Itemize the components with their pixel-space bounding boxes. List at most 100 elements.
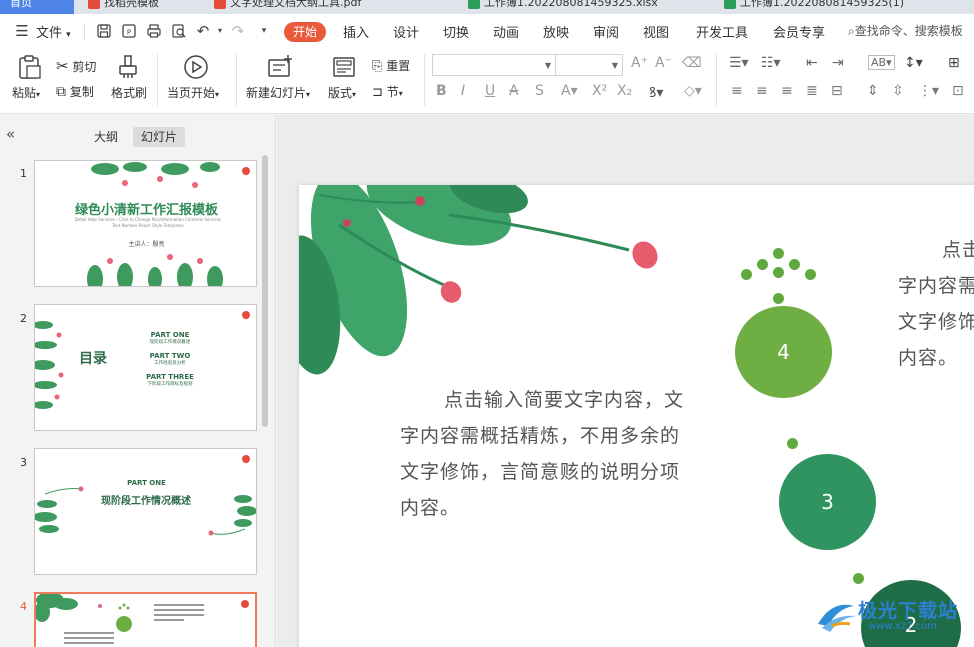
menu-tab-review[interactable]: 审阅 [593, 22, 619, 41]
print-preview-icon[interactable] [171, 23, 187, 39]
decrease-indent-icon[interactable]: ⇤ [806, 55, 818, 71]
tab-slides[interactable]: 幻灯片 [133, 127, 186, 147]
wps-logo-icon [242, 311, 250, 319]
decorative-dot [789, 259, 800, 270]
format-painter-icon[interactable] [117, 54, 139, 80]
menu-tab-member[interactable]: 会员专享 [773, 22, 825, 41]
tab-pdf-document[interactable]: 文字处理文档大纲工具.pdf [212, 0, 452, 14]
increase-indent-icon[interactable]: ⇥ [832, 55, 844, 71]
paragraph-spacing-icon[interactable]: ⇳ [892, 83, 904, 99]
collapse-pane-icon[interactable]: « [6, 125, 15, 143]
file-menu[interactable]: 文件 ▾ [36, 22, 71, 41]
divider [716, 54, 717, 106]
italic-icon[interactable]: I [461, 83, 465, 99]
decorative-dot [741, 269, 752, 280]
tab-workbook-1[interactable]: 工作簿1.202208081459325.xlsx [466, 0, 712, 14]
layout-icon[interactable] [332, 56, 356, 78]
menu-tab-developer[interactable]: 开发工具 [696, 22, 748, 41]
menu-tab-animation[interactable]: 动画 [493, 22, 519, 41]
format-painter-button[interactable]: 格式刷 [111, 84, 147, 101]
section-button[interactable]: ⊐ 节▾ [372, 83, 403, 100]
thumb-title: 现阶段工作情况概述 [101, 496, 191, 507]
strikethrough-icon[interactable]: A [509, 83, 519, 99]
pane-scrollbar[interactable] [262, 155, 268, 427]
hamburger-icon[interactable]: ☰ [14, 23, 30, 39]
new-slide-icon[interactable] [266, 54, 294, 80]
divider [157, 54, 158, 106]
command-search[interactable]: ⌕查找命令、搜索模板 [848, 22, 963, 39]
decorative-dot [773, 293, 784, 304]
numbered-list-icon[interactable]: ☷▾ [761, 55, 781, 71]
layout-button[interactable]: 版式▾ [328, 84, 356, 101]
thumb-agenda: PART ONE 现阶段工作情况概述 PART TWO 工作经验及分析 PART… [135, 331, 205, 387]
slide-editor[interactable]: 4 3 2 点击输入简要文字内容，文字内容需概括精炼，不用多余的文字修饰，言简意… [277, 115, 974, 647]
tab-workbook-2[interactable]: 工作簿1.202208081459325(1) [722, 0, 952, 14]
line-spacing-icon[interactable]: ⇕ [867, 83, 879, 99]
increase-font-icon[interactable]: A⁺ [631, 55, 648, 71]
play-icon[interactable] [183, 54, 209, 80]
align-center-icon[interactable]: ≡ [756, 83, 768, 99]
text-shadow-icon[interactable]: S [535, 83, 544, 99]
wps-presentation-window: 首页 找稻壳模板 文字处理文档大纲工具.pdf 工作簿1.20220808145… [0, 0, 974, 647]
text-direction-icon[interactable]: ⊞ [948, 55, 960, 71]
print-icon[interactable] [146, 23, 162, 39]
tab-docer-templates[interactable]: 找稻壳模板 [86, 0, 196, 14]
copy-label: 复制 [69, 85, 94, 99]
slide-canvas[interactable]: 4 3 2 点击输入简要文字内容，文字内容需概括精炼，不用多余的文字修饰，言简意… [299, 185, 974, 647]
play-from-current-button[interactable]: 当页开始▾ [167, 84, 219, 101]
font-size-select[interactable]: ▼ [555, 54, 623, 76]
justify-icon[interactable]: ≣ [806, 83, 818, 99]
menu-bar: ☰ 文件 ▾ P ↶ ▾ ↷ ▾ 开始 插入 设计 切换 动画 放映 审阅 视图… [0, 14, 974, 48]
copy-button[interactable]: ⧉ 复制 [56, 83, 94, 100]
layout-label: 版式 [328, 86, 353, 100]
sort-icon[interactable]: ↕▾ [904, 55, 923, 71]
decorative-dot [853, 573, 864, 584]
underline-icon[interactable]: U [485, 83, 495, 99]
align-right-icon[interactable]: ≡ [781, 83, 793, 99]
undo-icon[interactable]: ↶ [195, 23, 211, 39]
menu-tab-view[interactable]: 视图 [643, 22, 669, 41]
decrease-font-icon[interactable]: A⁻ [655, 55, 672, 71]
slide-thumbnail-1[interactable]: 绿色小清新工作汇报模板 Detail Help Services / Click… [34, 160, 257, 287]
tab-home[interactable]: 首页 [0, 0, 74, 14]
text-box-left[interactable]: 点击输入简要文字内容，文字内容需概括精炼，不用多余的文字修饰，言简意赅的说明分项… [400, 382, 696, 526]
bold-icon[interactable]: B [436, 83, 447, 99]
bullet-list-icon[interactable]: ☰▾ [729, 55, 749, 71]
menu-tab-insert[interactable]: 插入 [343, 22, 369, 41]
text-box-right[interactable]: 点击输入简要文字内容，文字内容需概括精炼，不用多余的文字修饰，言简意赅的说明分项… [898, 232, 974, 376]
clear-format-icon[interactable]: ⌫ [682, 55, 702, 71]
slide-thumbnail-3[interactable]: PART ONE 现阶段工作情况概述 [34, 448, 257, 575]
new-slide-button[interactable]: 新建幻灯片▾ [246, 84, 310, 101]
text-box-icon[interactable]: ⊡ [952, 83, 964, 99]
menu-tab-design[interactable]: 设计 [393, 22, 419, 41]
subscript-icon[interactable]: X₂ [617, 83, 632, 99]
export-pdf-icon[interactable]: P [121, 23, 137, 39]
slide-navigation-pane: « 大纲 幻灯片 1 绿色小清新工作汇报模板 Detail Help Servi… [0, 115, 276, 647]
font-color-icon[interactable]: A▾ [561, 83, 578, 99]
highlight-icon[interactable]: ◇▾ [684, 83, 702, 99]
cut-button[interactable]: ✂ 剪切 [56, 57, 96, 75]
paste-icon[interactable] [16, 54, 42, 80]
align-left-icon[interactable]: ≡ [731, 83, 743, 99]
paste-button[interactable]: 粘贴▾ [12, 84, 40, 101]
menu-tab-transition[interactable]: 切换 [443, 22, 469, 41]
leaf-decoration [35, 321, 64, 409]
change-case-icon[interactable]: AB▾ [868, 55, 895, 70]
decorative-dot [757, 259, 768, 270]
tab-outline[interactable]: 大纲 [86, 127, 126, 147]
slide-thumbnail-2[interactable]: 目录 PART ONE 现阶段工作情况概述 PART TWO 工作经验及分析 P… [34, 304, 257, 431]
column-icon[interactable]: ⋮▾ [918, 83, 939, 99]
slide-thumbnail-4[interactable] [34, 592, 257, 647]
customize-toolbar-icon[interactable]: ▾ [256, 23, 272, 39]
menu-tab-home[interactable]: 开始 [284, 22, 326, 42]
phonetic-guide-icon[interactable]: ꝸ▾ [649, 83, 663, 102]
save-icon[interactable] [96, 23, 112, 39]
reset-button[interactable]: ⎘ 重置 [372, 57, 410, 74]
undo-dropdown-icon[interactable]: ▾ [212, 23, 228, 39]
menu-tab-slideshow[interactable]: 放映 [543, 22, 569, 41]
superscript-icon[interactable]: X² [592, 83, 607, 99]
chevron-down-icon: ▾ [306, 90, 311, 99]
redo-icon[interactable]: ↷ [230, 23, 246, 39]
distributed-icon[interactable]: ⊟ [831, 83, 843, 99]
font-family-select[interactable]: ▼ [432, 54, 556, 76]
